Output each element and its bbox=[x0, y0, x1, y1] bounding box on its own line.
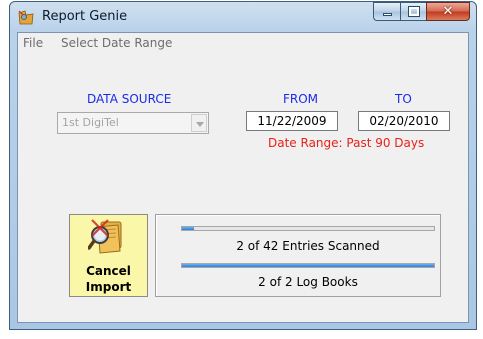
to-label: TO bbox=[395, 92, 412, 106]
window-title: Report Genie bbox=[42, 9, 128, 24]
close-icon: ✕ bbox=[442, 4, 454, 19]
client-area: File Select Date Range DATA SOURCE 1st D… bbox=[17, 32, 469, 323]
caption-buttons: ✕ bbox=[373, 2, 470, 21]
close-button[interactable]: ✕ bbox=[426, 2, 470, 21]
menu-select-date-range[interactable]: Select Date Range bbox=[61, 36, 172, 50]
entries-progress-text: 2 of 42 Entries Scanned bbox=[236, 239, 380, 253]
title-bar[interactable]: Report Genie ✕ bbox=[10, 2, 476, 32]
data-source-select[interactable]: 1st DigiTel bbox=[57, 112, 209, 134]
entries-progress-fill bbox=[182, 227, 195, 230]
progress-panel: 2 of 42 Entries Scanned 2 of 2 Log Books bbox=[155, 214, 441, 297]
app-icon[interactable] bbox=[18, 10, 34, 25]
dropdown-button[interactable] bbox=[191, 114, 207, 132]
date-range-text: Date Range: Past 90 Days bbox=[268, 136, 425, 150]
from-label: FROM bbox=[283, 92, 319, 106]
cancel-label-line1: Cancel bbox=[86, 264, 131, 278]
menu-file[interactable]: File bbox=[23, 36, 43, 50]
logbooks-progress-fill bbox=[182, 264, 434, 267]
cancel-import-label: Cancel Import bbox=[70, 263, 147, 295]
maximize-button[interactable] bbox=[400, 2, 426, 21]
minimize-button[interactable] bbox=[373, 2, 400, 21]
data-source-label: DATA SOURCE bbox=[87, 92, 172, 106]
data-source-value: 1st DigiTel bbox=[62, 116, 119, 129]
main-content: DATA SOURCE 1st DigiTel FROM 11/22/2009 … bbox=[18, 54, 468, 322]
from-date-field[interactable]: 11/22/2009 bbox=[246, 111, 338, 131]
minimize-icon bbox=[383, 13, 392, 16]
logbooks-progress-text: 2 of 2 Log Books bbox=[258, 275, 358, 289]
maximize-icon bbox=[408, 6, 420, 17]
folder-search-icon bbox=[88, 219, 122, 254]
cancel-label-line2: Import bbox=[85, 280, 132, 294]
cancel-import-button[interactable]: Cancel Import bbox=[69, 214, 148, 297]
to-date-field[interactable]: 02/20/2010 bbox=[358, 111, 450, 131]
chevron-down-icon bbox=[196, 122, 204, 127]
entries-progress-bar bbox=[181, 226, 435, 231]
app-window: Report Genie ✕ File Select Date Range DA… bbox=[9, 1, 477, 330]
menu-bar: File Select Date Range bbox=[18, 33, 468, 54]
logbooks-progress-bar bbox=[181, 263, 435, 268]
